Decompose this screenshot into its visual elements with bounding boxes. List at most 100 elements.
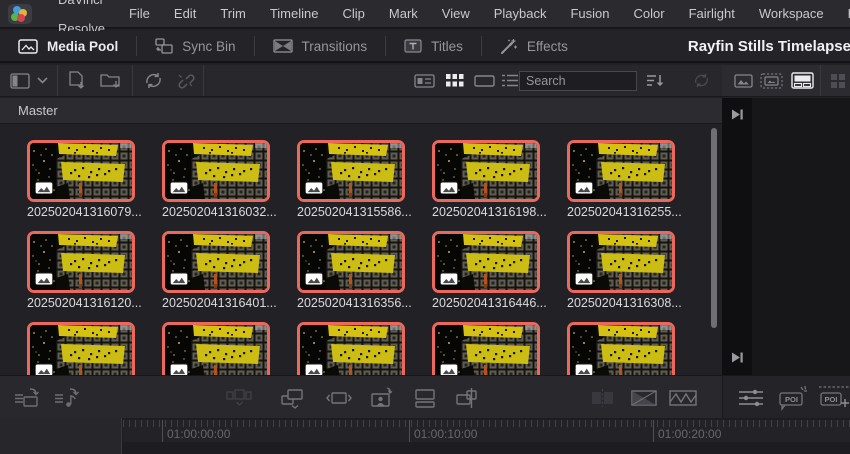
bin-name: Master bbox=[18, 103, 58, 118]
tools-adjust-button[interactable] bbox=[738, 376, 764, 419]
jump-to-end-icon[interactable] bbox=[730, 350, 745, 365]
filmstrip-select-button[interactable] bbox=[757, 65, 785, 96]
source-overwrite-button[interactable] bbox=[454, 376, 480, 419]
davinci-resolve-logo[interactable] bbox=[8, 4, 32, 24]
timeline-ruler-strip: 01:00:00:00 01:00:10:00 01:00:20:00 bbox=[0, 418, 850, 454]
clip-thumbnail[interactable]: 202502041316356... bbox=[297, 231, 405, 322]
clip-thumbnail[interactable]: 202502041315586... bbox=[297, 140, 405, 231]
clip-grid: 202502041316079... bbox=[0, 125, 722, 375]
poi-add-button[interactable]: POI bbox=[818, 376, 850, 419]
sync-bin-icon bbox=[155, 38, 173, 54]
timecode-ruler[interactable]: 01:00:00:00 01:00:10:00 01:00:20:00 bbox=[123, 420, 850, 442]
divider bbox=[132, 65, 133, 96]
timeline-side-panel-body bbox=[752, 98, 850, 375]
still-image-badge bbox=[440, 181, 458, 194]
relink-media-button[interactable] bbox=[171, 65, 199, 96]
close-up-button[interactable] bbox=[368, 376, 396, 419]
thumbnail-view-button[interactable] bbox=[442, 65, 468, 96]
menu-item[interactable]: File bbox=[117, 0, 162, 28]
transition-button[interactable] bbox=[630, 376, 658, 419]
clip-thumbnail[interactable]: 202502041316446... bbox=[432, 231, 540, 322]
vertical-scrollbar[interactable] bbox=[711, 128, 717, 328]
menu-item[interactable]: Fusion bbox=[558, 0, 621, 28]
menu-item[interactable]: Timeline bbox=[258, 0, 331, 28]
clip-image bbox=[567, 231, 675, 293]
menu-item[interactable]: View bbox=[430, 0, 482, 28]
clip-thumbnail[interactable] bbox=[27, 322, 135, 375]
import-media-button[interactable] bbox=[64, 65, 90, 96]
jump-to-end-icon[interactable] bbox=[730, 107, 745, 122]
keyframe-curve-button[interactable] bbox=[668, 376, 698, 419]
smart-insert-button[interactable] bbox=[226, 376, 252, 419]
chevron-down-icon[interactable] bbox=[35, 65, 49, 96]
clip-image bbox=[27, 322, 135, 375]
search-input[interactable] bbox=[519, 71, 637, 91]
dual-screen-layout-button[interactable] bbox=[788, 65, 816, 96]
clip-thumbnail[interactable] bbox=[162, 322, 270, 375]
clip-thumbnail[interactable] bbox=[567, 322, 675, 375]
insert-audio-only-button[interactable] bbox=[54, 376, 82, 419]
clip-thumbnail[interactable] bbox=[432, 322, 540, 375]
tab-media-pool[interactable]: Media Pool bbox=[0, 31, 136, 61]
tab-transitions[interactable]: Transitions bbox=[255, 31, 386, 61]
clip-thumbnail[interactable]: 202502041316079... bbox=[27, 140, 135, 231]
clip-thumbnail[interactable]: 202502041316308... bbox=[567, 231, 675, 322]
clip-thumbnail[interactable]: 202502041316032... bbox=[162, 140, 270, 231]
still-image-badge bbox=[170, 181, 188, 194]
ripple-overwrite-button[interactable] bbox=[326, 376, 352, 419]
clip-name: 202502041316401... bbox=[162, 296, 270, 310]
append-clip-button[interactable] bbox=[280, 376, 306, 419]
tab-label: Effects bbox=[527, 39, 568, 54]
timecode-label: 01:00:20:00 bbox=[658, 427, 721, 441]
clip-thumbnail[interactable]: 202502041316120... bbox=[27, 231, 135, 322]
menu-item[interactable]: Mark bbox=[377, 0, 430, 28]
resync-bin-button[interactable] bbox=[139, 65, 167, 96]
sort-button[interactable] bbox=[642, 65, 668, 96]
clip-name: 202502041316079... bbox=[27, 205, 135, 219]
menu-bar: DaVinci Resolve File Edit Trim Timeline … bbox=[0, 0, 850, 29]
clip-thumbnail[interactable]: 202502041316401... bbox=[162, 231, 270, 322]
grid-layout-button[interactable] bbox=[827, 65, 849, 96]
clip-name: 202502041316308... bbox=[567, 296, 675, 310]
import-folder-button[interactable] bbox=[96, 65, 124, 96]
menu-item[interactable]: Color bbox=[622, 0, 677, 28]
menu-item[interactable]: Workspace bbox=[747, 0, 836, 28]
poi-marker-button[interactable]: POI bbox=[776, 376, 808, 419]
bin-header: Master bbox=[0, 98, 722, 124]
menu-item[interactable]: Playback bbox=[482, 0, 559, 28]
tab-effects[interactable]: Effects bbox=[482, 31, 586, 61]
insert-video-only-button[interactable] bbox=[14, 376, 42, 419]
clip-thumbnail[interactable] bbox=[297, 322, 405, 375]
clip-image bbox=[27, 140, 135, 202]
menu-item[interactable]: Fairlight bbox=[677, 0, 747, 28]
clip-thumbnail[interactable]: 202502041316198... bbox=[432, 140, 540, 231]
page-tab-bar: Media Pool Sync Bin Transitions Titles bbox=[0, 31, 850, 63]
tab-label: Titles bbox=[431, 39, 463, 54]
tab-sync-bin[interactable]: Sync Bin bbox=[137, 31, 253, 61]
clip-name: 202502041316032... bbox=[162, 205, 270, 219]
tab-titles[interactable]: Titles bbox=[386, 31, 481, 61]
bin-list-toggle-button[interactable] bbox=[8, 65, 32, 96]
metadata-view-button[interactable] bbox=[410, 65, 438, 96]
menu-item[interactable]: Clip bbox=[330, 0, 376, 28]
clip-image bbox=[432, 140, 540, 202]
refresh-button[interactable] bbox=[688, 65, 714, 96]
clip-name: 202502041316446... bbox=[432, 296, 540, 310]
menu-item[interactable]: Help bbox=[836, 0, 850, 28]
tab-label: Media Pool bbox=[47, 39, 118, 54]
ruler-ticks bbox=[123, 420, 850, 427]
menu-item[interactable]: Edit bbox=[162, 0, 208, 28]
image-view-button[interactable] bbox=[730, 65, 756, 96]
clip-thumbnail[interactable]: 202502041316255... bbox=[567, 140, 675, 231]
major-tick bbox=[409, 420, 410, 442]
major-tick bbox=[162, 420, 163, 442]
media-pool-toolbar bbox=[0, 65, 850, 97]
filmstrip-view-button[interactable] bbox=[470, 65, 498, 96]
menu-item[interactable]: Trim bbox=[208, 0, 258, 28]
still-image-badge bbox=[440, 363, 458, 375]
split-clip-button[interactable] bbox=[590, 376, 616, 419]
still-image-badge bbox=[170, 363, 188, 375]
place-on-top-button[interactable] bbox=[412, 376, 438, 419]
media-pool-icon bbox=[18, 39, 38, 54]
timecode-label: 01:00:10:00 bbox=[414, 427, 477, 441]
